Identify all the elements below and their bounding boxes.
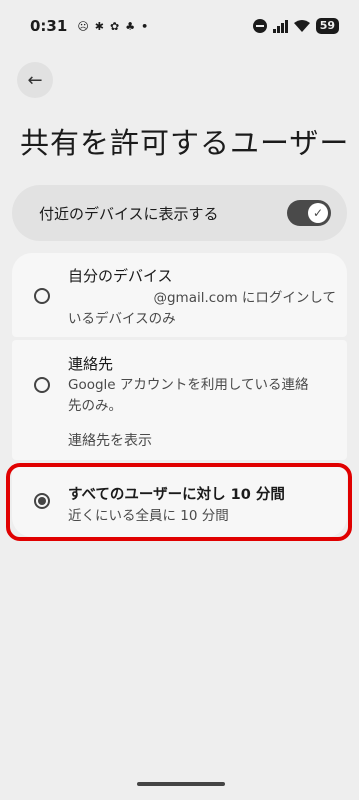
battery-icon: 59 <box>315 18 339 34</box>
option-contacts[interactable]: 連絡先 Google アカウントを利用している連絡 先のみ。 連絡先を表示 <box>12 340 347 460</box>
back-button[interactable]: ← <box>17 62 53 98</box>
status-bar: 0:31 ☹ ✱ ✿ ♣ • 59 <box>0 0 359 52</box>
view-contacts-link[interactable]: 連絡先を表示 <box>68 430 152 450</box>
option-own-devices[interactable]: 自分のデバイス @gmail.com にログインして いるデバイスのみ <box>12 253 347 337</box>
option-contacts-desc-line2: 先のみ。 <box>68 398 122 414</box>
option-own-devices-desc-line1: @gmail.com にログインして <box>153 290 336 306</box>
status-right: 59 <box>252 18 339 34</box>
do-not-disturb-icon <box>252 19 267 33</box>
notification-icon: ♣ <box>125 19 136 33</box>
nearby-visibility-label: 付近のデバイスに表示する <box>39 204 219 223</box>
check-icon: ✓ <box>312 206 324 220</box>
home-indicator[interactable] <box>137 782 225 786</box>
page-title: 共有を許可するユーザー <box>20 126 350 160</box>
option-contacts-title: 連絡先 <box>68 355 114 373</box>
nearby-visibility-switch[interactable]: ✓ <box>287 200 331 226</box>
highlight-annotation <box>6 463 352 541</box>
radio-own-devices[interactable] <box>34 288 50 304</box>
option-own-devices-title: 自分のデバイス <box>68 267 173 285</box>
notification-icon: ✿ <box>110 19 120 33</box>
option-own-devices-desc-line2: いるデバイスのみ <box>68 311 176 327</box>
notification-icons: ☹ ✱ ✿ ♣ • <box>77 20 148 33</box>
status-left: 0:31 ☹ ✱ ✿ ♣ • <box>30 17 148 35</box>
switch-knob: ✓ <box>308 203 328 223</box>
notification-icon: • <box>141 19 149 33</box>
back-arrow-icon: ← <box>27 69 43 91</box>
nearby-visibility-toggle-row[interactable]: 付近のデバイスに表示する ✓ <box>12 185 347 241</box>
radio-contacts[interactable] <box>34 377 50 393</box>
status-time: 0:31 <box>30 17 68 35</box>
notification-icon: ☹ <box>77 19 89 33</box>
notification-icon: ✱ <box>94 19 104 33</box>
wifi-icon <box>293 19 310 32</box>
signal-icon <box>272 19 288 33</box>
option-contacts-desc-line1: Google アカウントを利用している連絡 <box>68 377 309 393</box>
